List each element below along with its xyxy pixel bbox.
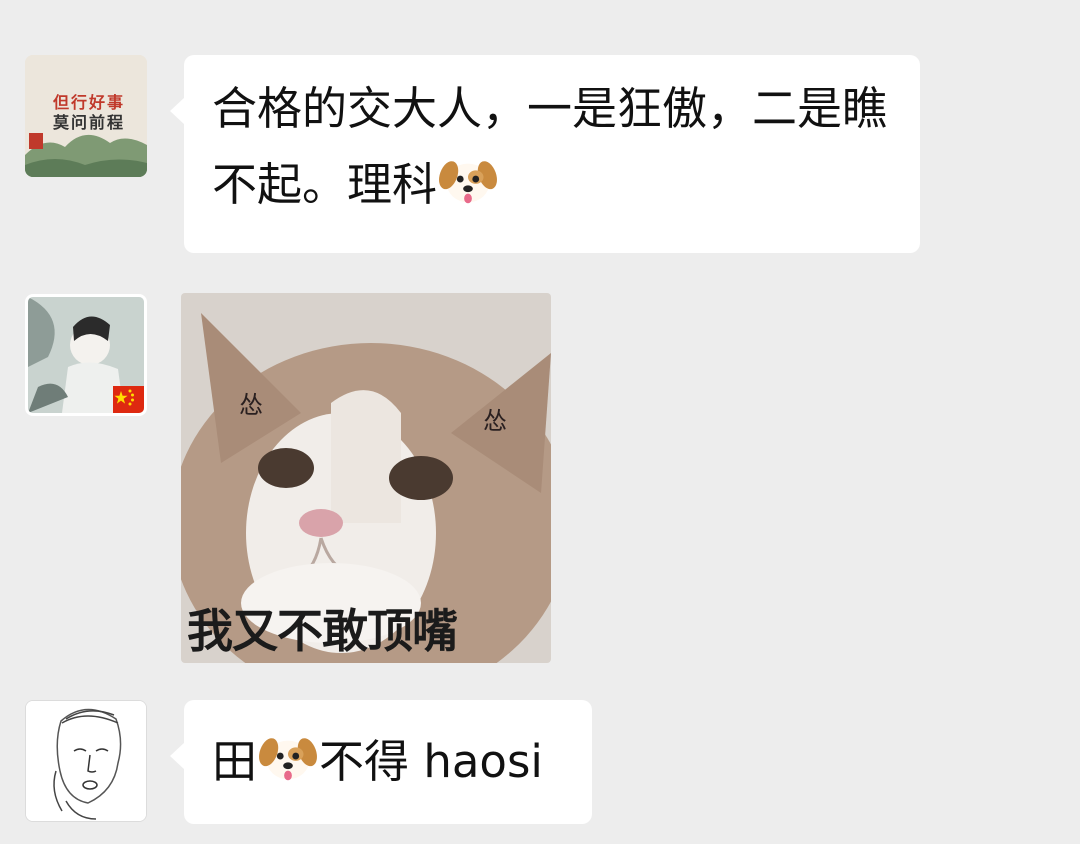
avatar-sketch-portrait-image bbox=[26, 701, 146, 821]
message-bubble-3[interactable]: 田 不得 haosi bbox=[170, 700, 592, 824]
message-bubble-1[interactable]: 合格的交大人，一是狂傲，二是瞧不起。理科 bbox=[170, 55, 920, 253]
message-text-3-part1: 田 bbox=[212, 735, 258, 788]
sticker-mark-left: 怂 bbox=[239, 391, 263, 419]
china-flag-icon bbox=[113, 386, 144, 413]
message-text-1: 合格的交大人，一是狂傲，二是瞧不起。理科 bbox=[212, 82, 888, 211]
sticker-caption: 我又不敢顶嘴 bbox=[187, 604, 458, 658]
avatar-sender-3[interactable] bbox=[25, 700, 147, 822]
avatar-caption-line2: 莫问前程 bbox=[53, 113, 126, 132]
avatar-sender-1[interactable]: 但行好事 莫问前程 bbox=[25, 55, 147, 177]
chat-window: 但行好事 莫问前程 合格的交大人，一是狂傲，二是瞧不起。理科 怂 怂 我又不敢顶… bbox=[0, 0, 1080, 844]
cat-sticker[interactable]: 怂 怂 我又不敢顶嘴 bbox=[181, 293, 551, 663]
message-text-3-part2: 不得 haosi bbox=[319, 735, 543, 788]
dog-face-emoji bbox=[439, 161, 497, 204]
avatar-sender-2[interactable] bbox=[25, 294, 147, 416]
dog-face-emoji bbox=[259, 738, 317, 781]
sticker-mark-right: 怂 bbox=[483, 407, 507, 435]
